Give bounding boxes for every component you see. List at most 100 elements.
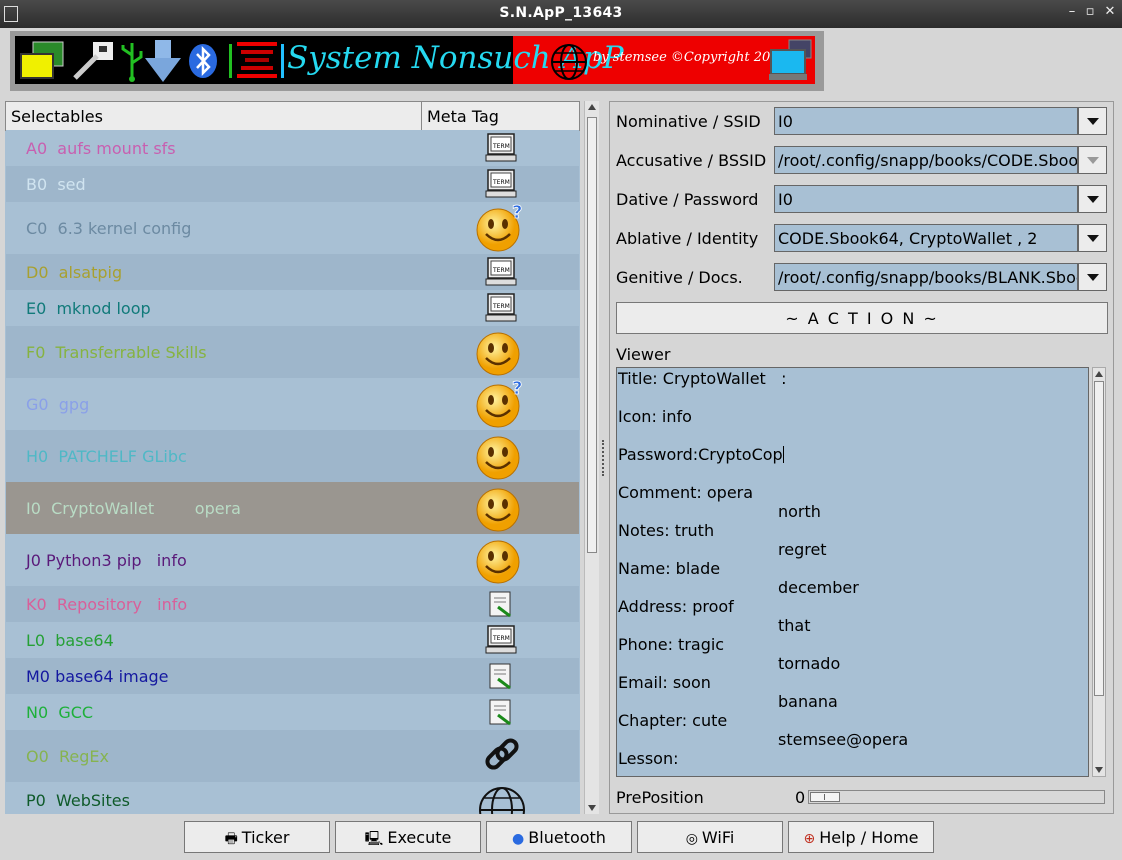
bssid-dropdown-button[interactable] [1078, 146, 1107, 174]
list-item[interactable]: L0 base64 TERM [6, 622, 579, 658]
network-icon [73, 42, 113, 80]
action-button[interactable]: ~ A C T I O N ~ [616, 302, 1108, 334]
list-item[interactable]: E0 mknod loop TERM [6, 290, 579, 326]
terminal-icon: 🖳 [364, 831, 384, 847]
viewer-scrollbar[interactable] [1092, 367, 1106, 777]
docs-field[interactable]: /root/.config/snapp/books/BLANK.Sbook64 [774, 263, 1078, 291]
list-item[interactable]: C0 6.3 kernel config? [6, 202, 579, 254]
pane-splitter[interactable] [602, 440, 608, 476]
list-item[interactable]: J0 Python3 pip info [6, 534, 579, 586]
window-title: S.N.ApP_13643 [499, 5, 623, 21]
text-caret [782, 446, 784, 463]
column-header-meta-tag[interactable]: Meta Tag [427, 107, 499, 126]
help-button-label: Help / Home [819, 828, 919, 847]
bluetooth-icon: ● [512, 831, 525, 847]
list-item-label: D0 alsatpig [26, 262, 123, 282]
preposition-label: PrePosition [616, 788, 704, 807]
list-item[interactable]: H0 PATCHELF GLibc [6, 430, 579, 482]
list-item-label: F0 Transferrable Skills [26, 342, 207, 362]
list-item[interactable]: I0 CryptoWallet opera [6, 482, 579, 534]
list-item[interactable]: D0 alsatpig TERM [6, 254, 579, 290]
viewer-line: Lesson: [618, 749, 678, 768]
list-item[interactable]: B0 sed TERM [6, 166, 579, 202]
list-scrollbar[interactable] [584, 101, 599, 814]
minimize-icon[interactable]: – [1064, 4, 1080, 19]
bssid-field[interactable]: /root/.config/snapp/books/CODE.Sbook64 [774, 146, 1078, 174]
ssid-dropdown-button[interactable] [1078, 107, 1107, 135]
preposition-slider[interactable] [808, 790, 1105, 804]
list-item[interactable]: K0 Repository info [6, 586, 579, 622]
viewer-line: Title: CryptoWallet : [618, 369, 786, 388]
password-field[interactable]: I0 [774, 185, 1078, 213]
list-item[interactable]: N0 GCC [6, 694, 579, 730]
banner-copyright: by stemsee ©Copyright 2020 [593, 50, 787, 65]
identity-dropdown-button[interactable] [1078, 224, 1107, 252]
viewer-scrollbar-thumb[interactable] [1094, 381, 1104, 696]
viewer-line: Name: blade [618, 559, 720, 578]
list-scrollbar-thumb[interactable] [587, 117, 597, 553]
viewer-textarea[interactable]: Title: CryptoWallet : Icon: info Password:… [616, 367, 1089, 777]
selectables-list[interactable]: Selectables Meta Tag A0 aufs mount sfs TE… [5, 101, 580, 814]
preposition-value: 0 [795, 788, 806, 807]
wifi-button-label: WiFi [701, 828, 735, 847]
scroll-up-icon[interactable] [588, 104, 596, 110]
chevron-down-icon [1087, 235, 1099, 242]
laptop-icon [769, 39, 812, 80]
smiley-question-icon: ? [474, 378, 526, 432]
list-item-label: B0 sed [26, 174, 86, 194]
list-item-label: L0 base64 [26, 630, 114, 650]
help-home-button[interactable]: ⊕ Help / Home [788, 821, 934, 853]
ticker-button[interactable]: 🖶 Ticker [184, 821, 330, 853]
identity-field[interactable]: CODE.Sbook64, CryptoWallet , 2 [774, 224, 1078, 252]
chevron-down-icon [1087, 196, 1099, 203]
link-icon [482, 736, 522, 780]
scroll-up-icon[interactable] [1095, 371, 1103, 377]
svg-text:TERM: TERM [492, 143, 510, 150]
ssid-field[interactable]: I0 [774, 107, 1078, 135]
ssid-label: Nominative / SSID [616, 112, 761, 131]
list-item-label: N0 GCC [26, 702, 94, 722]
maximize-icon[interactable]: ▫ [1082, 4, 1098, 19]
list-item[interactable]: A0 aufs mount sfs TERM [6, 130, 579, 166]
execute-button[interactable]: 🖳 Execute [335, 821, 481, 853]
viewer-line-right: december [778, 578, 859, 597]
viewer-line: Phone: tragic [618, 635, 724, 654]
viewer-line-right: banana [778, 692, 838, 711]
list-item[interactable]: O0 RegEx [6, 730, 579, 782]
list-header: Selectables Meta Tag [5, 101, 580, 131]
list-item[interactable]: M0 base64 image [6, 658, 579, 694]
wifi-button[interactable]: ◎ WiFi [637, 821, 783, 853]
viewer-line-text: Password:CryptoCop [618, 445, 783, 464]
column-header-selectables[interactable]: Selectables [11, 107, 103, 126]
close-icon[interactable]: ✕ [1102, 4, 1118, 19]
smiley-icon [474, 536, 526, 588]
list-item-label: P0 WebSites [26, 790, 130, 810]
list-item-label: J0 Python3 pip info [26, 550, 187, 570]
download-icon [145, 40, 181, 82]
viewer-line-text: Name: blade [618, 559, 721, 578]
chevron-down-icon [1087, 157, 1099, 164]
list-item-label: C0 6.3 kernel config [26, 218, 192, 238]
password-dropdown-button[interactable] [1078, 185, 1107, 213]
bssid-label: Accusative / BSSID [616, 151, 767, 170]
viewer-line-text: Notes: truth [618, 521, 715, 540]
list-item[interactable]: G0 gpg? [6, 378, 579, 430]
slider-handle[interactable] [810, 792, 840, 802]
docs-label: Genitive / Docs. [616, 268, 743, 287]
execute-button-label: Execute [387, 828, 452, 847]
docs-dropdown-button[interactable] [1078, 263, 1107, 291]
viewer-line-text: Phone: tragic [618, 635, 725, 654]
terminal-icon: TERM [484, 168, 518, 204]
list-item-label: M0 base64 image [26, 666, 169, 686]
list-item[interactable]: F0 Transferrable Skills [6, 326, 579, 378]
bluetooth-button[interactable]: ● Bluetooth [486, 821, 632, 853]
scroll-down-icon[interactable] [588, 805, 596, 811]
list-item[interactable]: P0 WebSites [6, 782, 579, 814]
equalizer-icon [229, 42, 284, 78]
document-icon [486, 589, 516, 623]
viewer-line: Email: soon [618, 673, 711, 692]
scroll-down-icon[interactable] [1095, 767, 1103, 773]
svg-text:?: ? [512, 204, 522, 223]
globe-icon [478, 784, 528, 814]
viewer-label: Viewer [616, 345, 671, 364]
